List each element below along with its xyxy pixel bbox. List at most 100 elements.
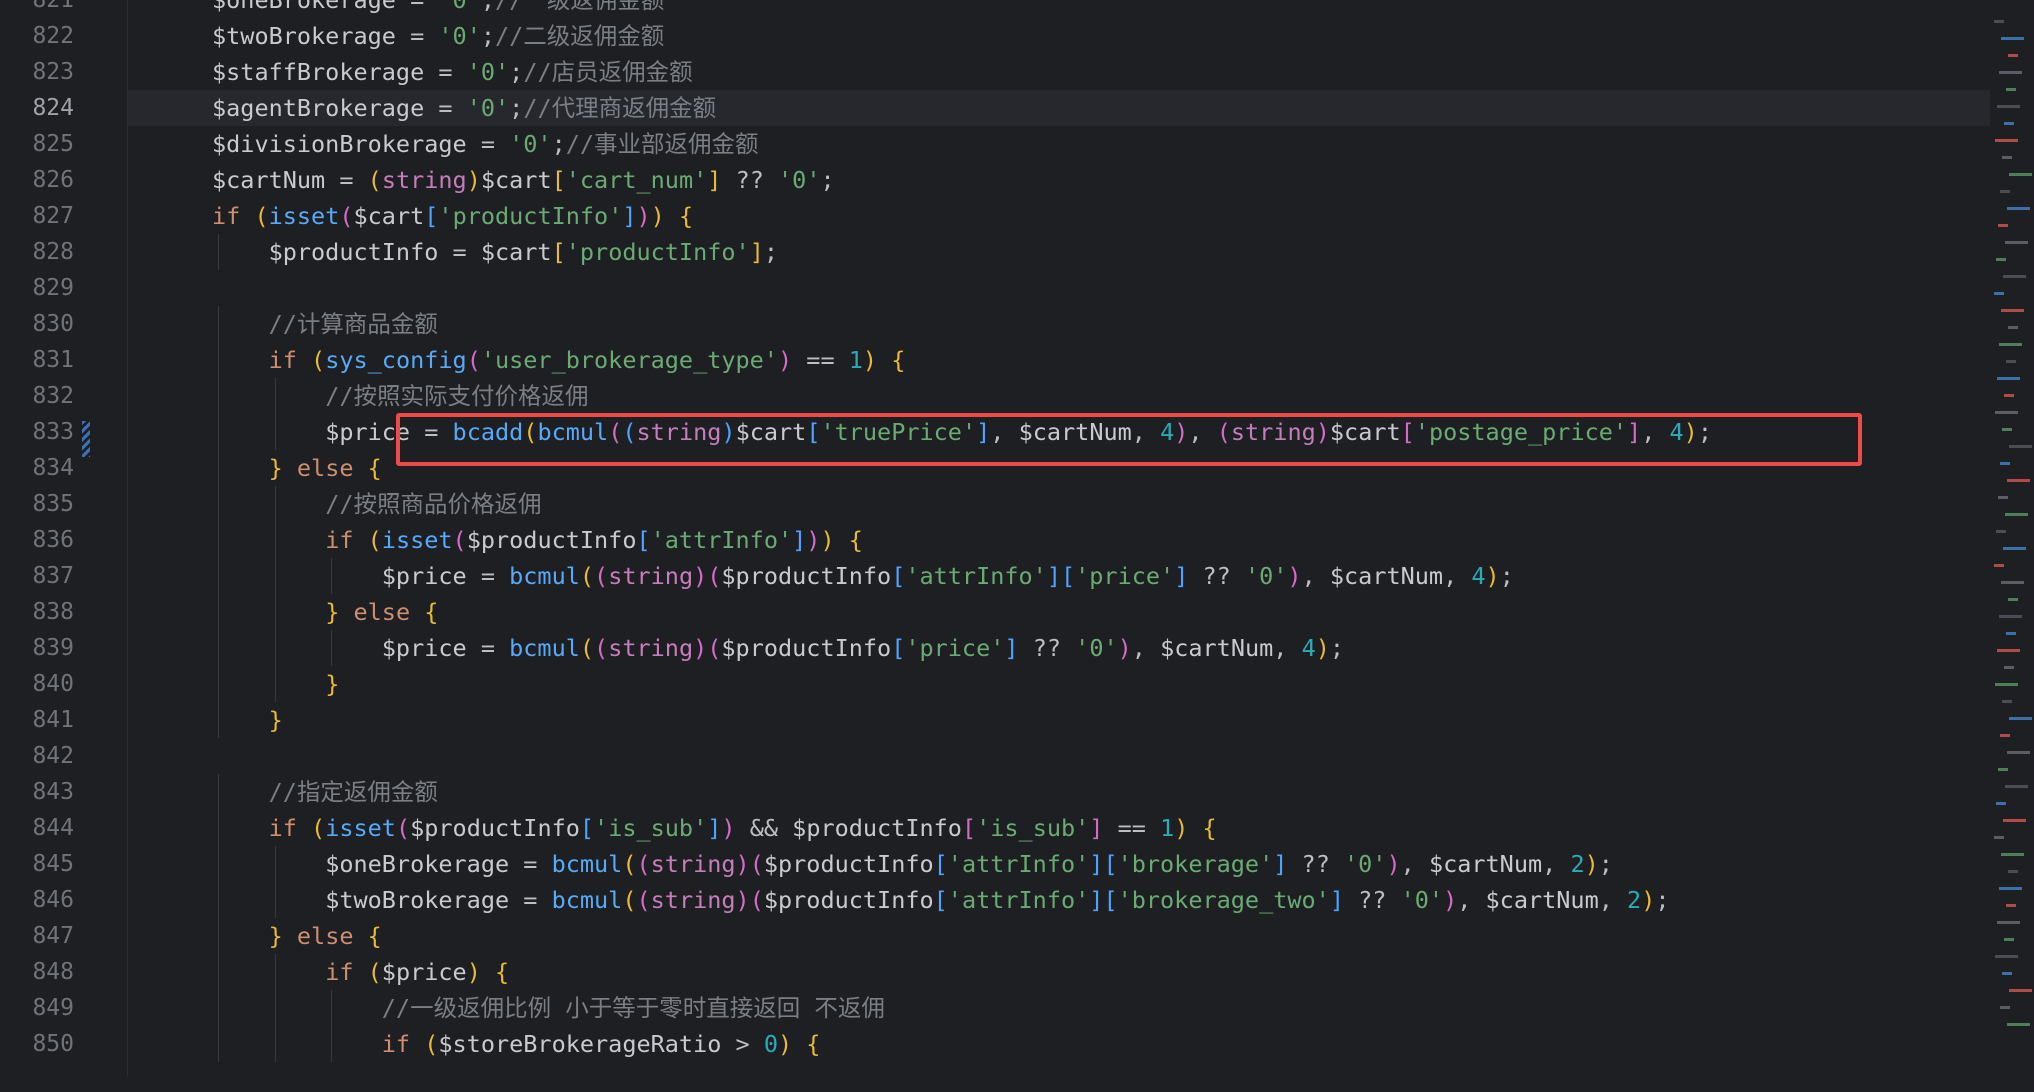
code-text: //按照实际支付价格返佣 bbox=[325, 382, 589, 410]
minimap-line bbox=[1995, 139, 2018, 142]
code-line[interactable]: 849 //一级返佣比例 小于等于零时直接返回 不返佣 bbox=[0, 990, 1990, 1026]
code-line[interactable]: 829 bbox=[0, 270, 1990, 306]
minimap-line bbox=[2000, 190, 2010, 193]
line-number: 825 bbox=[32, 131, 74, 157]
minimap-line bbox=[2003, 547, 2026, 550]
minimap-line bbox=[2005, 241, 2028, 244]
line-number: 821 bbox=[32, 0, 74, 13]
code-line[interactable]: 842 bbox=[0, 738, 1990, 774]
code-line[interactable]: 821 $oneBrokerage = '0';//一级返佣金额 bbox=[0, 0, 1990, 18]
minimap-line bbox=[2001, 37, 2024, 40]
minimap-line bbox=[2008, 870, 2018, 873]
code-text: //一级返佣比例 小于等于零时直接返回 不返佣 bbox=[381, 994, 885, 1022]
code-line[interactable]: 831 if (sys_config('user_brokerage_type'… bbox=[0, 342, 1990, 378]
code-text: } bbox=[268, 706, 283, 734]
code-line[interactable]: 847 } else { bbox=[0, 918, 1990, 954]
minimap-line bbox=[1998, 768, 2008, 771]
minimap-line bbox=[2003, 819, 2026, 822]
minimap-line bbox=[1994, 836, 2004, 839]
code-text: } else { bbox=[268, 454, 382, 482]
line-number: 839 bbox=[32, 635, 74, 661]
code-text: } else { bbox=[268, 922, 382, 950]
code-line[interactable]: 830 //计算商品金额 bbox=[0, 306, 1990, 342]
minimap-line bbox=[1999, 343, 2022, 346]
minimap-line bbox=[1994, 20, 2004, 23]
code-text: if ($price) { bbox=[325, 958, 510, 986]
minimap-line bbox=[1997, 649, 2020, 652]
code-text: $staffBrokerage = '0';//店员返佣金额 bbox=[212, 58, 693, 86]
code-text: if (isset($cart['productInfo'])) { bbox=[212, 202, 694, 230]
line-number: 838 bbox=[32, 599, 74, 625]
minimap-line bbox=[2008, 598, 2018, 601]
line-number: 845 bbox=[32, 851, 74, 877]
line-number: 836 bbox=[32, 527, 74, 553]
code-line[interactable]: 825 $divisionBrokerage = '0';//事业部返佣金额 bbox=[0, 126, 1990, 162]
code-line[interactable]: 836 if (isset($productInfo['attrInfo']))… bbox=[0, 522, 1990, 558]
code-line[interactable]: 823 $staffBrokerage = '0';//店员返佣金额 bbox=[0, 54, 1990, 90]
code-line[interactable]: 832 //按照实际支付价格返佣 bbox=[0, 378, 1990, 414]
code-line[interactable]: 826 $cartNum = (string)$cart['cart_num'] … bbox=[0, 162, 1990, 198]
minimap-scrollbar[interactable] bbox=[1990, 0, 2034, 1076]
minimap-line bbox=[2006, 88, 2016, 91]
code-line[interactable]: 841 } bbox=[0, 702, 1990, 738]
code-text: //指定返佣金额 bbox=[268, 778, 438, 806]
minimap-line bbox=[1999, 71, 2022, 74]
code-line[interactable]: 844 if (isset($productInfo['is_sub']) &&… bbox=[0, 810, 1990, 846]
code-text: $twoBrokerage = '0';//二级返佣金额 bbox=[212, 22, 665, 50]
minimap-line bbox=[1998, 224, 2008, 227]
minimap-line bbox=[2005, 785, 2028, 788]
code-line[interactable]: 838 } else { bbox=[0, 594, 1990, 630]
line-number: 828 bbox=[32, 239, 74, 265]
code-text: if (isset($productInfo['attrInfo'])) { bbox=[325, 526, 863, 554]
minimap-line bbox=[1999, 615, 2022, 618]
highlight-annotation-box bbox=[396, 413, 1862, 466]
code-text: if (isset($productInfo['is_sub']) && $pr… bbox=[268, 814, 1217, 842]
code-text: //按照商品价格返佣 bbox=[325, 490, 542, 518]
minimap-line bbox=[1995, 411, 2018, 414]
code-line[interactable]: 822 $twoBrokerage = '0';//二级返佣金额 bbox=[0, 18, 1990, 54]
line-number: 849 bbox=[32, 995, 74, 1021]
code-editor[interactable]: 821 $oneBrokerage = '0';//一级返佣金额 822 $twoBr… bbox=[0, 0, 2034, 1076]
minimap-line bbox=[1994, 292, 2004, 295]
code-line[interactable]: 839 $price = bcmul((string)($productInfo… bbox=[0, 630, 1990, 666]
code-line[interactable]: 843 //指定返佣金额 bbox=[0, 774, 1990, 810]
line-number: 848 bbox=[32, 959, 74, 985]
code-line[interactable]: 837 $price = bcmul((string)($productInfo… bbox=[0, 558, 1990, 594]
code-line[interactable]: 845 $oneBrokerage = bcmul((string)($prod… bbox=[0, 846, 1990, 882]
code-line[interactable]: 848 if ($price) { bbox=[0, 954, 1990, 990]
minimap-line bbox=[2002, 156, 2012, 159]
code-line[interactable]: 824 $agentBrokerage = '0';//代理商返佣金额 bbox=[0, 90, 1990, 126]
line-number: 846 bbox=[32, 887, 74, 913]
code-text: $oneBrokerage = bcmul((string)($productI… bbox=[325, 850, 1613, 878]
minimap-line bbox=[2003, 275, 2026, 278]
line-number: 844 bbox=[32, 815, 74, 841]
code-area[interactable]: 821 $oneBrokerage = '0';//一级返佣金额 822 $twoBr… bbox=[0, 0, 2000, 1092]
minimap-line bbox=[2009, 173, 2032, 176]
code-line[interactable]: 850 if ($storeBrokerageRatio > 0) { bbox=[0, 1026, 1990, 1062]
line-number: 832 bbox=[32, 383, 74, 409]
line-number: 850 bbox=[32, 1031, 74, 1057]
minimap-line bbox=[1997, 377, 2020, 380]
code-line[interactable]: 846 $twoBrokerage = bcmul((string)($prod… bbox=[0, 882, 1990, 918]
line-number: 827 bbox=[32, 203, 74, 229]
minimap-line bbox=[2004, 938, 2014, 941]
minimap-line bbox=[1997, 105, 2020, 108]
minimap-line bbox=[1995, 683, 2018, 686]
code-text: $divisionBrokerage = '0';//事业部返佣金额 bbox=[212, 130, 759, 158]
minimap-line bbox=[1994, 564, 2004, 567]
code-line[interactable]: 827 if (isset($cart['productInfo'])) { bbox=[0, 198, 1990, 234]
line-number: 837 bbox=[32, 563, 74, 589]
code-text: $twoBrokerage = bcmul((string)($productI… bbox=[325, 886, 1670, 914]
code-text: //计算商品金额 bbox=[268, 310, 438, 338]
code-text: } else { bbox=[325, 598, 439, 626]
minimap-line bbox=[1998, 496, 2008, 499]
minimap-line bbox=[2002, 700, 2012, 703]
code-line[interactable]: 828 $productInfo = $cart['productInfo']; bbox=[0, 234, 1990, 270]
line-number: 842 bbox=[32, 743, 74, 769]
minimap-line bbox=[1999, 887, 2022, 890]
code-line[interactable]: 835 //按照商品价格返佣 bbox=[0, 486, 1990, 522]
code-line[interactable]: 840 } bbox=[0, 666, 1990, 702]
minimap-line bbox=[2004, 394, 2014, 397]
minimap-line bbox=[2008, 54, 2018, 57]
minimap-line bbox=[2007, 1023, 2030, 1026]
